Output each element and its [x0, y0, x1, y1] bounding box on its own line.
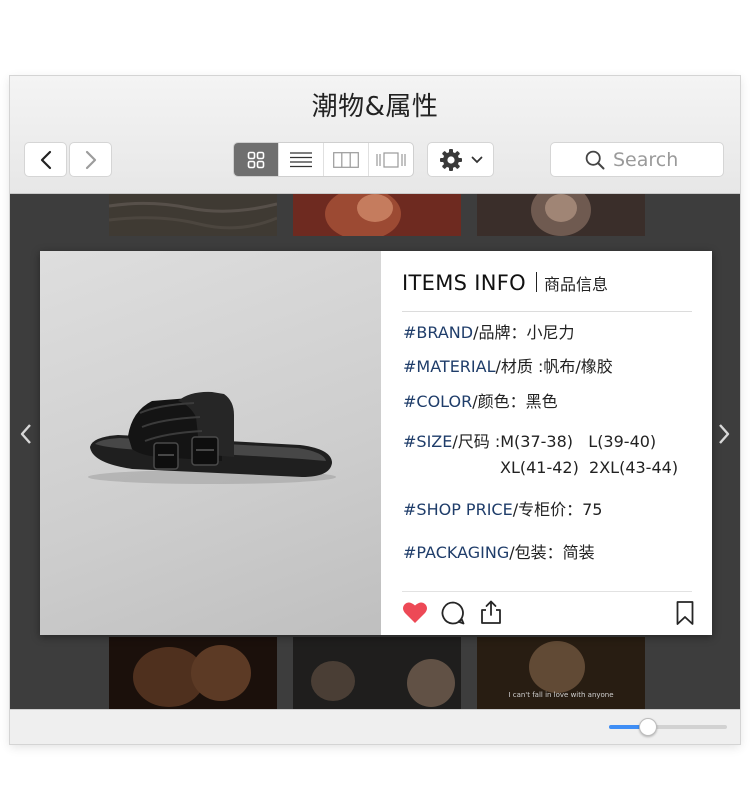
size-tag: #SIZE [403, 432, 453, 451]
size-values-line-2: XL(41-42) 2XL(43-44) [500, 458, 679, 477]
zoom-slider[interactable] [609, 718, 727, 736]
color-row: #COLOR/颜色：黑色 [403, 388, 558, 412]
info-header: ITEMS INFO 商品信息 [402, 271, 692, 312]
material-label: /材质 : [495, 357, 544, 376]
forward-button[interactable] [69, 142, 112, 177]
column-view-button[interactable] [324, 143, 369, 176]
gallery-thumbnail[interactable]: I can't fall in love with anyone [477, 637, 645, 709]
finder-window: 潮物&属性 Search I can't fall in love with a… [10, 76, 740, 744]
product-photo [40, 251, 381, 635]
color-value: 黑色 [525, 392, 558, 411]
material-row: #MATERIAL/材质 :帆布/橡胶 [403, 353, 613, 377]
brand-row: #BRAND/品牌：小尼力 [403, 319, 575, 343]
item-info-card: ITEMS INFO 商品信息 #BRAND/品牌：小尼力 #MATERIAL/材… [40, 251, 712, 635]
search-input[interactable] [613, 148, 689, 171]
chevron-down-icon [471, 156, 482, 163]
search-field[interactable] [550, 142, 724, 177]
color-tag: #COLOR [403, 392, 473, 411]
grid-icon [247, 151, 265, 168]
brand-label: /品牌： [473, 323, 527, 342]
share-icon[interactable] [479, 599, 503, 625]
gallery-thumbnail[interactable] [109, 637, 277, 709]
back-button[interactable] [24, 142, 67, 177]
window-title: 潮物&属性 [311, 92, 439, 122]
action-bar [402, 591, 695, 636]
brand-tag: #BRAND [403, 323, 474, 342]
gallery-thumbnail[interactable] [293, 637, 461, 709]
heart-icon[interactable] [402, 601, 428, 625]
list-view-button[interactable] [279, 143, 324, 176]
grid-view-button[interactable] [234, 143, 279, 176]
chevron-right-icon [85, 150, 96, 169]
list-icon [290, 151, 312, 167]
price-label: /专柜价： [512, 500, 583, 519]
material-value: 帆布/橡胶 [543, 357, 613, 376]
price-value: 75 [582, 500, 603, 519]
zoom-slider-knob[interactable] [639, 718, 657, 736]
size-row-continued: XL(41-42) 2XL(43-44) [500, 458, 678, 477]
size-row: #SIZE/尺码 :M(37-38) L(39-40) [403, 428, 656, 452]
view-mode-switcher [233, 142, 414, 177]
price-row: #SHOP PRICE/专柜价：75 [403, 496, 602, 520]
coverflow-icon [376, 151, 406, 168]
gallery-thumbnail[interactable] [109, 194, 277, 236]
subtitle-text: I can't fall in love with anyone [508, 691, 613, 699]
gear-icon [439, 148, 462, 171]
columns-icon [333, 151, 359, 168]
gallery-thumbnail[interactable] [477, 194, 645, 236]
navigation-buttons [24, 142, 114, 177]
item-info-panel: ITEMS INFO 商品信息 #BRAND/品牌：小尼力 #MATERIAL/材… [381, 251, 712, 635]
gallery-thumbnail[interactable] [293, 194, 461, 236]
packaging-label: /包装： [509, 543, 563, 562]
next-arrow[interactable] [716, 423, 732, 445]
packaging-row: #PACKAGING/包装：简装 [403, 539, 595, 563]
header-english: ITEMS INFO [402, 271, 526, 295]
coverflow-view-button[interactable] [369, 143, 413, 176]
color-label: /颜色： [472, 392, 526, 411]
header-divider [535, 272, 537, 292]
title-bar: 潮物&属性 [10, 76, 740, 194]
size-label: /尺码 : [452, 432, 501, 451]
gallery-area: I can't fall in love with anyone ITEMS I… [10, 194, 740, 709]
bookmark-icon[interactable] [675, 600, 695, 626]
material-tag: #MATERIAL [403, 357, 496, 376]
packaging-value: 简装 [562, 543, 595, 562]
chevron-left-icon [40, 150, 51, 169]
packaging-tag: #PACKAGING [403, 543, 510, 562]
search-icon [585, 150, 605, 169]
price-tag: #SHOP PRICE [403, 500, 513, 519]
brand-value: 小尼力 [526, 323, 575, 342]
header-chinese: 商品信息 [543, 275, 608, 294]
comment-icon[interactable] [440, 600, 466, 626]
status-bar [10, 709, 740, 744]
slide-sandal-image [88, 391, 336, 484]
size-values-line-1: M(37-38) L(39-40) [500, 432, 657, 451]
previous-arrow[interactable] [18, 423, 34, 445]
action-menu-button[interactable] [427, 142, 494, 177]
